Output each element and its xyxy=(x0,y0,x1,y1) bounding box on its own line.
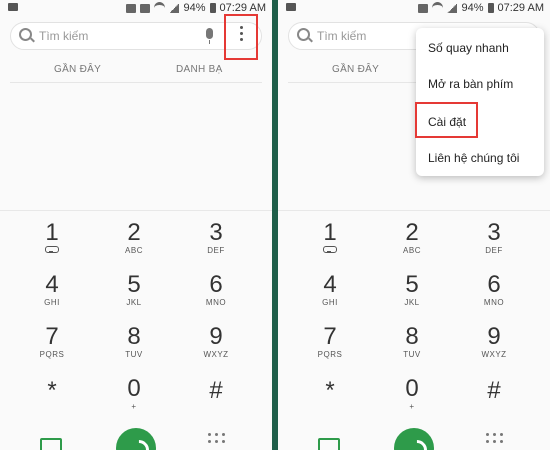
dialer-screen-left: 94% 07:29 AM Tìm kiếm GẦN ĐÂY DANH BẠ 1 … xyxy=(0,0,272,450)
key-star[interactable]: * xyxy=(300,378,360,426)
key-3[interactable]: 3 DEF xyxy=(186,220,246,268)
app-notification-icon xyxy=(8,3,18,11)
keypad-divider xyxy=(0,210,272,211)
key-1[interactable]: 1 xyxy=(300,220,360,268)
dialpad-toggle-icon[interactable] xyxy=(486,433,504,450)
clock: 07:29 AM xyxy=(497,2,544,14)
clock: 07:29 AM xyxy=(219,2,266,14)
keypad-divider xyxy=(278,210,550,211)
battery-percent: 94% xyxy=(461,2,484,14)
key-2[interactable]: 2 ABC xyxy=(382,220,442,268)
key-2[interactable]: 2 ABC xyxy=(104,220,164,268)
cast-icon xyxy=(126,3,137,13)
key-0[interactable]: 0 + xyxy=(104,376,164,424)
menu-item-speed-dial[interactable]: Số quay nhanh xyxy=(428,41,509,55)
key-1[interactable]: 1 xyxy=(22,220,82,268)
key-5[interactable]: 5 JKL xyxy=(382,272,442,320)
highlight-more-options xyxy=(224,14,258,60)
key-8[interactable]: 8 TUV xyxy=(104,324,164,372)
key-4[interactable]: 4 GHI xyxy=(300,272,360,320)
key-3[interactable]: 3 DEF xyxy=(464,220,524,268)
app-notification-icon xyxy=(286,3,296,11)
status-bar: 94% 07:29 AM xyxy=(278,0,550,18)
key-5[interactable]: 5 JKL xyxy=(104,272,164,320)
search-icon xyxy=(19,28,32,41)
tabs-divider xyxy=(10,82,262,83)
menu-item-contact-us[interactable]: Liên hệ chúng tôi xyxy=(428,151,519,165)
key-7[interactable]: 7 PQRS xyxy=(300,324,360,372)
voicemail-icon xyxy=(45,246,59,253)
tab-recent[interactable]: GẦN ĐÂY xyxy=(54,64,101,75)
battery-icon xyxy=(487,3,494,13)
key-7[interactable]: 7 PQRS xyxy=(22,324,82,372)
key-9[interactable]: 9 WXYZ xyxy=(464,324,524,372)
microphone-icon[interactable] xyxy=(206,28,213,44)
alarm-icon xyxy=(140,3,151,13)
key-8[interactable]: 8 TUV xyxy=(382,324,442,372)
battery-icon xyxy=(209,3,216,13)
signal-icon xyxy=(447,3,458,13)
search-placeholder[interactable]: Tìm kiếm xyxy=(317,29,366,43)
dialer-tabs: GẦN ĐÂY DANH BẠ xyxy=(0,62,272,82)
key-star[interactable]: * xyxy=(22,378,82,426)
menu-item-open-keypad[interactable]: Mở ra bàn phím xyxy=(428,77,513,91)
key-6[interactable]: 6 MNO xyxy=(186,272,246,320)
search-placeholder[interactable]: Tìm kiếm xyxy=(39,29,88,43)
cast-icon xyxy=(418,3,429,13)
video-call-icon[interactable] xyxy=(318,438,340,450)
signal-icon xyxy=(169,3,180,13)
battery-percent: 94% xyxy=(183,2,206,14)
call-button[interactable] xyxy=(394,428,434,450)
voicemail-icon xyxy=(323,246,337,253)
tab-recent[interactable]: GẦN ĐÂY xyxy=(332,64,379,75)
key-0[interactable]: 0 + xyxy=(382,376,442,424)
dialer-screen-right: 94% 07:29 AM Tìm kiếm GẦN ĐÂY DANH BẠ Số… xyxy=(278,0,550,450)
key-4[interactable]: 4 GHI xyxy=(22,272,82,320)
key-6[interactable]: 6 MNO xyxy=(464,272,524,320)
video-call-icon[interactable] xyxy=(40,438,62,450)
key-hash[interactable]: # xyxy=(464,378,524,426)
search-icon xyxy=(297,28,310,41)
key-9[interactable]: 9 WXYZ xyxy=(186,324,246,372)
call-button[interactable] xyxy=(116,428,156,450)
tab-contacts[interactable]: DANH BẠ xyxy=(176,64,223,75)
key-hash[interactable]: # xyxy=(186,378,246,426)
wifi-icon xyxy=(432,2,444,14)
wifi-icon xyxy=(154,2,166,14)
highlight-settings xyxy=(415,102,478,138)
dialpad-toggle-icon[interactable] xyxy=(208,433,226,450)
